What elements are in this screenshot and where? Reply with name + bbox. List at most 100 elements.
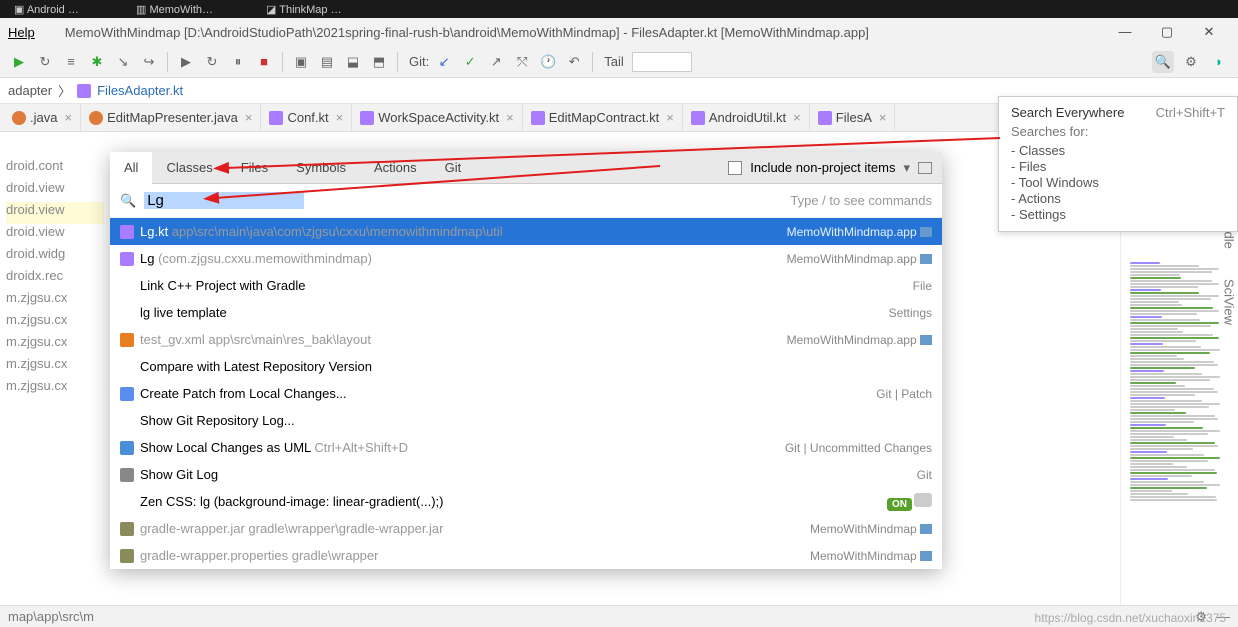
result-location: MemoWithMindmap.app — [787, 252, 932, 266]
search-input[interactable] — [144, 192, 304, 209]
avd-icon[interactable]: ▤ — [316, 51, 338, 73]
sdk-icon[interactable]: ⬓ — [342, 51, 364, 73]
breadcrumb-item[interactable]: adapter — [8, 83, 52, 98]
pin-icon[interactable] — [918, 162, 932, 174]
result-row[interactable]: gradle-wrapper.jar gradle\wrapper\gradle… — [110, 515, 942, 542]
settings-icon[interactable]: ⚙ — [1180, 51, 1202, 73]
breadcrumb-file[interactable]: FilesAdapter.kt — [97, 83, 183, 98]
tab-label: AndroidUtil.kt — [709, 110, 786, 125]
result-row[interactable]: Compare with Latest Repository Version — [110, 353, 942, 380]
refresh-icon[interactable]: ↻ — [34, 51, 56, 73]
result-location: Settings — [889, 306, 932, 320]
history-icon[interactable]: 🕐 — [537, 51, 559, 73]
result-label: gradle-wrapper.jar gradle\wrapper\gradle… — [140, 521, 444, 536]
result-row[interactable]: Show Git LogGit — [110, 461, 942, 488]
toggle-on[interactable]: ON — [887, 498, 912, 511]
pause-icon[interactable]: ⏸ — [227, 51, 249, 73]
result-row[interactable]: Link C++ Project with GradleFile — [110, 272, 942, 299]
tip-item: - Files — [1011, 159, 1225, 174]
editor-tab[interactable]: AndroidUtil.kt × — [683, 104, 810, 131]
popup-tab-git[interactable]: Git — [431, 152, 476, 184]
tip-item: - Settings — [1011, 207, 1225, 222]
close-button[interactable]: ✕ — [1200, 24, 1218, 40]
log-icon — [120, 468, 134, 482]
replay-icon[interactable]: ↻ — [201, 51, 223, 73]
editor-tab[interactable]: EditMapPresenter.java× — [81, 104, 261, 131]
result-row[interactable]: Zen CSS: lg (background-image: linear-gr… — [110, 488, 942, 515]
result-row[interactable]: Lg (com.zjgsu.cxxu.memowithmindmap)MemoW… — [110, 245, 942, 272]
folder-icon — [920, 524, 932, 534]
gutter-line: droid.view — [6, 224, 104, 246]
kt-file-icon — [531, 111, 545, 125]
editor-tab[interactable]: EditMapContract.kt× — [523, 104, 683, 131]
search-icon[interactable]: 🔍 — [1152, 51, 1174, 73]
result-location: MemoWithMindmap.app — [787, 333, 932, 347]
step-in-icon[interactable]: ↘ — [112, 51, 134, 73]
gutter-line: m.zjgsu.cx — [6, 334, 104, 356]
result-location: Git — [917, 468, 932, 482]
compare-icon[interactable]: ⤲ — [511, 51, 533, 73]
separator — [167, 52, 168, 72]
play-icon[interactable]: ▶ — [175, 51, 197, 73]
editor-tab[interactable]: Conf.kt × — [261, 104, 352, 131]
tip-item: - Actions — [1011, 191, 1225, 206]
tip-title: Search Everywhere — [1011, 105, 1124, 120]
commit-icon[interactable]: ✓ — [459, 51, 481, 73]
os-taskbar-fragment: ▣ Android … ▥ MemoWith… ◪ ThinkMap … — [0, 0, 1238, 18]
filter-icon[interactable]: ▾ — [903, 160, 910, 176]
popup-tab-symbols[interactable]: Symbols — [282, 152, 360, 184]
gutter-line: m.zjgsu.cx — [6, 312, 104, 334]
tool-tab-sciview[interactable]: SciView — [1222, 279, 1237, 325]
assistant-icon[interactable]: ◗ — [1208, 51, 1230, 73]
editor-tab[interactable]: FilesA × — [810, 104, 896, 131]
popup-tab-files[interactable]: Files — [227, 152, 282, 184]
gutter-line — [6, 136, 104, 158]
list-icon[interactable]: ≡ — [60, 51, 82, 73]
revert-icon[interactable]: ↶ — [563, 51, 585, 73]
push-icon[interactable]: ↗ — [485, 51, 507, 73]
result-row[interactable]: test_gv.xml app\src\main\res_bak\layoutM… — [110, 326, 942, 353]
window-title: MemoWithMindmap [D:\AndroidStudioPath\20… — [65, 25, 869, 40]
popup-tab-actions[interactable]: Actions — [360, 152, 431, 184]
gutter-line: m.zjgsu.cx — [6, 378, 104, 400]
result-row[interactable]: Lg.kt app\src\main\java\com\zjgsu\cxxu\m… — [110, 218, 942, 245]
close-icon[interactable]: × — [245, 110, 253, 125]
popup-search-row: 🔍 Type / to see commands — [110, 184, 942, 218]
search-hint: Type / to see commands — [790, 193, 932, 208]
close-icon[interactable]: × — [793, 110, 801, 125]
bug-icon[interactable]: ✱ — [86, 51, 108, 73]
popup-tab-classes[interactable]: Classes — [152, 152, 226, 184]
close-icon[interactable]: × — [879, 110, 887, 125]
tail-input[interactable] — [632, 52, 692, 72]
vcs-label: Git: — [409, 54, 429, 69]
stop-icon[interactable]: ■ — [253, 51, 275, 73]
include-nonproject-checkbox[interactable] — [728, 161, 742, 175]
close-icon[interactable]: × — [506, 110, 514, 125]
toolbar-right: 🔍 ⚙ ◗ — [1152, 51, 1230, 73]
step-over-icon[interactable]: ↪ — [138, 51, 160, 73]
tab-label: Conf.kt — [287, 110, 328, 125]
result-row[interactable]: Show Git Repository Log... — [110, 407, 942, 434]
minimap[interactable] — [1130, 262, 1230, 582]
result-row[interactable]: lg live templateSettings — [110, 299, 942, 326]
close-icon[interactable]: × — [336, 110, 344, 125]
minimize-button[interactable]: — — [1116, 24, 1134, 40]
result-row[interactable]: gradle-wrapper.properties gradle\wrapper… — [110, 542, 942, 569]
maximize-button[interactable]: ▢ — [1158, 24, 1176, 40]
result-row[interactable]: Show Local Changes as UML Ctrl+Alt+Shift… — [110, 434, 942, 461]
result-label: Show Git Repository Log... — [140, 413, 295, 428]
close-icon[interactable]: × — [666, 110, 674, 125]
sync-icon[interactable]: ⬒ — [368, 51, 390, 73]
diff-icon — [120, 387, 134, 401]
result-row[interactable]: Create Patch from Local Changes...Git | … — [110, 380, 942, 407]
device-icon[interactable]: ▣ — [290, 51, 312, 73]
editor-tab[interactable]: WorkSpaceActivity.kt× — [352, 104, 522, 131]
editor-tab[interactable]: .java× — [4, 104, 81, 131]
editor-gutter: droid.contdroid.viewdroid.viewdroid.view… — [0, 132, 110, 605]
menu-help[interactable]: Help — [8, 25, 35, 40]
update-icon[interactable]: ↙ — [433, 51, 455, 73]
run-icon[interactable]: ▶ — [8, 51, 30, 73]
close-icon[interactable]: × — [64, 110, 72, 125]
popup-tab-all[interactable]: All — [110, 152, 152, 184]
tab-label: FilesA — [836, 110, 872, 125]
